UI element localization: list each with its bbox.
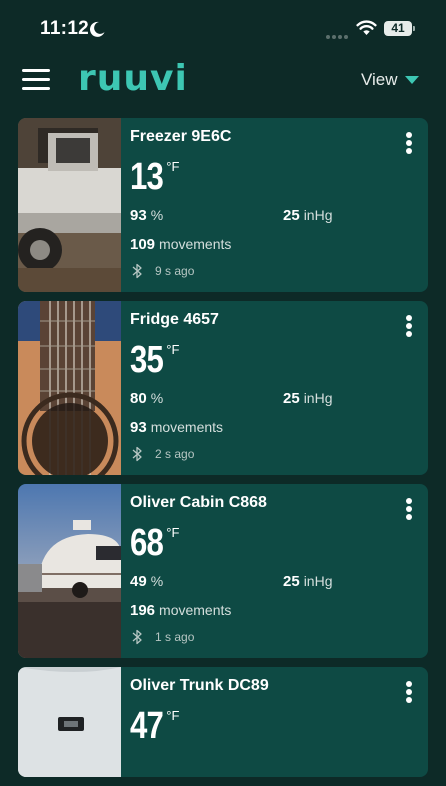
pressure-value: 25 xyxy=(283,207,300,224)
temperature: 13 °F xyxy=(130,156,179,199)
pressure-value: 25 xyxy=(283,573,300,590)
humidity: 49% xyxy=(130,573,163,590)
movements: 93 movements xyxy=(130,419,223,436)
temperature-unit: °F xyxy=(166,708,180,723)
pressure: 25 inHg xyxy=(283,207,332,224)
sensor-name: Oliver Trunk DC89 xyxy=(130,677,269,694)
last-updated-text: 1 s ago xyxy=(155,630,195,644)
movements-label: movements xyxy=(159,602,232,618)
movements-value: 196 xyxy=(130,602,156,619)
last-updated: 2 s ago xyxy=(130,446,194,462)
status-bar: 11:12 41 xyxy=(0,0,446,58)
view-label: View xyxy=(361,70,398,89)
temperature-value: 13 xyxy=(130,156,164,198)
sensor-name: Fridge 4657 xyxy=(130,311,219,328)
bluetooth-icon xyxy=(132,263,142,279)
last-updated: 9 s ago xyxy=(130,263,194,279)
sensor-name: Freezer 9E6C xyxy=(130,128,232,145)
temperature: 35 °F xyxy=(130,339,179,382)
sensor-card[interactable]: Fridge 4657 35 °F 80% 25 inHg 93 movements… xyxy=(18,301,428,475)
ruuvi-logo: ruuvi xyxy=(78,58,188,99)
humidity-unit: % xyxy=(150,207,164,223)
pressure-unit: inHg xyxy=(303,573,333,589)
sensor-card[interactable]: Oliver Trunk DC89 47 °F xyxy=(18,667,428,777)
humidity: 93% xyxy=(130,207,163,224)
humidity-value: 93 xyxy=(130,207,147,224)
temperature-unit: °F xyxy=(166,159,180,174)
movements-label: movements xyxy=(159,236,232,252)
last-updated-text: 9 s ago xyxy=(155,264,195,278)
signal-icon xyxy=(326,26,350,44)
kebab-menu-icon[interactable] xyxy=(406,132,412,154)
moon-icon xyxy=(89,21,105,37)
bluetooth-icon xyxy=(132,629,142,645)
pressure-unit: inHg xyxy=(303,207,333,223)
last-updated: 1 s ago xyxy=(130,629,194,645)
status-time: 11:12 xyxy=(40,18,90,39)
last-updated-text: 2 s ago xyxy=(155,447,195,461)
temperature: 47 °F xyxy=(130,705,179,748)
kebab-menu-icon[interactable] xyxy=(406,498,412,520)
menu-icon[interactable] xyxy=(22,69,50,91)
view-button[interactable]: View xyxy=(361,68,419,92)
temperature: 68 °F xyxy=(130,522,179,565)
sensor-card[interactable]: Oliver Cabin C868 68 °F 49% 25 inHg 196 mo… xyxy=(18,484,428,658)
card-body: Oliver Trunk DC89 47 °F xyxy=(130,667,428,777)
humidity-value: 49 xyxy=(130,573,147,590)
temperature-value: 68 xyxy=(130,522,164,564)
card-body: Freezer 9E6C 13 °F 93% 25 inHg 109 movemen… xyxy=(130,118,428,292)
humidity: 80% xyxy=(130,390,163,407)
caret-down-icon xyxy=(404,76,419,84)
bluetooth-icon xyxy=(132,446,142,462)
temperature-unit: °F xyxy=(166,525,180,540)
kebab-menu-icon[interactable] xyxy=(406,681,412,703)
temperature-value: 47 xyxy=(130,705,164,747)
sensor-name: Oliver Cabin C868 xyxy=(130,494,267,511)
battery-indicator: 41 xyxy=(384,21,412,36)
humidity-unit: % xyxy=(150,390,164,406)
humidity-unit: % xyxy=(150,573,164,589)
sensor-photo-camper xyxy=(18,484,121,658)
movements-label: movements xyxy=(150,419,224,435)
sensor-list: Freezer 9E6C 13 °F 93% 25 inHg 109 movemen… xyxy=(18,118,428,786)
pressure-unit: inHg xyxy=(303,390,333,406)
sensor-photo-truck xyxy=(18,118,121,292)
movements-value: 109 xyxy=(130,236,156,253)
battery-tip xyxy=(413,26,415,31)
wifi-icon xyxy=(356,20,377,35)
temperature-unit: °F xyxy=(166,342,180,357)
sensor-photo-trunk xyxy=(18,667,121,777)
pressure: 25 inHg xyxy=(283,390,332,407)
sensor-photo-guitar xyxy=(18,301,121,475)
pressure-value: 25 xyxy=(283,390,300,407)
movements-value: 93 xyxy=(130,419,147,436)
humidity-value: 80 xyxy=(130,390,147,407)
pressure: 25 inHg xyxy=(283,573,332,590)
movements: 196 movements xyxy=(130,602,231,619)
card-body: Fridge 4657 35 °F 80% 25 inHg 93 movements… xyxy=(130,301,428,475)
sensor-card[interactable]: Freezer 9E6C 13 °F 93% 25 inHg 109 movemen… xyxy=(18,118,428,292)
kebab-menu-icon[interactable] xyxy=(406,315,412,337)
card-body: Oliver Cabin C868 68 °F 49% 25 inHg 196 mo… xyxy=(130,484,428,658)
temperature-value: 35 xyxy=(130,339,164,381)
movements: 109 movements xyxy=(130,236,231,253)
